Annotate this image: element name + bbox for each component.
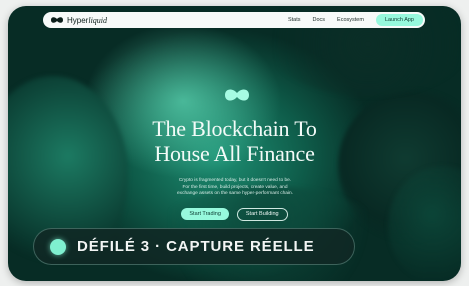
hero-subtitle: Crypto is fragmented today, but it doesn… xyxy=(150,178,320,198)
hero-title: The Blockchain To House All Finance xyxy=(0,116,469,166)
caption-badge: DÉFILÉ 3 · CAPTURE RÉELLE xyxy=(33,228,355,265)
nav-links: Stats Docs Ecosystem Launch App xyxy=(288,14,425,26)
hyperliquid-mark-icon xyxy=(224,87,250,108)
hero-buttons: Start Trading Start Building xyxy=(0,208,469,221)
brand-name: Hyperliquid xyxy=(67,15,108,25)
top-navbar: Hyperliquid Stats Docs Ecosystem Launch … xyxy=(43,12,425,28)
brand-logo[interactable]: Hyperliquid xyxy=(50,16,107,25)
nav-link-stats[interactable]: Stats xyxy=(288,17,301,23)
hero-subtitle-line-3: exchange assets on the same hyper-perfor… xyxy=(177,191,293,197)
start-trading-button[interactable]: Start Trading xyxy=(181,208,229,220)
status-dot-icon xyxy=(50,238,66,255)
hero-title-line-2: House All Finance xyxy=(154,141,315,166)
hero-subtitle-line-1: Crypto is fragmented today, but it doesn… xyxy=(178,178,292,183)
nav-link-ecosystem[interactable]: Ecosystem xyxy=(337,17,364,23)
launch-app-button[interactable]: Launch App xyxy=(375,14,423,26)
hyperliquid-logo-icon xyxy=(50,16,64,24)
nav-link-docs[interactable]: Docs xyxy=(313,17,326,23)
start-building-button[interactable]: Start Building xyxy=(236,208,288,221)
hero-title-line-1: The Blockchain To xyxy=(152,116,317,141)
caption-label: DÉFILÉ 3 · CAPTURE RÉELLE xyxy=(77,238,315,255)
